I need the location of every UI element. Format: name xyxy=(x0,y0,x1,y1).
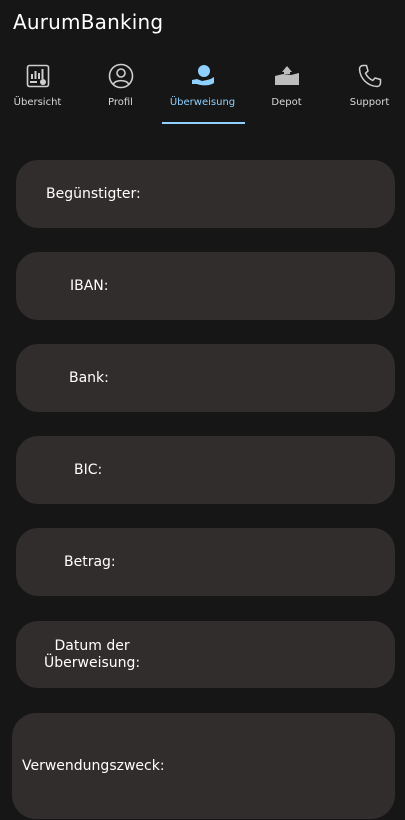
bic-label: BIC: xyxy=(74,461,103,478)
tab-profile-label: Profil xyxy=(108,97,133,108)
depot-icon xyxy=(274,63,300,89)
tab-overview-label: Übersicht xyxy=(13,97,62,108)
transfer-date-field[interactable]: Datum der Überweisung: xyxy=(16,621,395,688)
beneficiary-label: Begünstigter: xyxy=(46,185,141,202)
transfer-date-label-line2: Überweisung: xyxy=(44,654,141,671)
active-tab-indicator xyxy=(162,122,245,124)
beneficiary-field[interactable]: Begünstigter: xyxy=(16,160,395,228)
dashboard-icon xyxy=(25,63,51,89)
purpose-label: Verwendungszweck: xyxy=(22,757,165,774)
tab-bar: Übersicht Profil Überweisung Depot Suppo… xyxy=(0,58,405,128)
tab-support[interactable]: Support xyxy=(329,58,405,124)
purpose-field[interactable]: Verwendungszweck: xyxy=(12,713,395,819)
bank-label: Bank: xyxy=(69,369,109,386)
phone-icon xyxy=(357,63,383,89)
bank-field[interactable]: Bank: xyxy=(16,344,395,412)
iban-label: IBAN: xyxy=(70,277,109,294)
transfer-date-label-line1: Datum der xyxy=(54,637,130,654)
transfer-date-label: Datum der Überweisung: xyxy=(44,638,140,672)
tab-overview[interactable]: Übersicht xyxy=(0,58,78,124)
profile-icon xyxy=(108,63,134,89)
tab-transfer-label: Überweisung xyxy=(169,97,236,108)
tab-depot-label: Depot xyxy=(271,97,302,108)
bic-field[interactable]: BIC: xyxy=(16,436,395,504)
tab-transfer[interactable]: Überweisung xyxy=(162,58,243,124)
amount-field[interactable]: Betrag: xyxy=(16,528,395,596)
tab-support-label: Support xyxy=(349,97,390,108)
app-title: AurumBanking xyxy=(13,10,164,34)
transfer-icon xyxy=(190,63,216,89)
amount-label: Betrag: xyxy=(64,553,116,570)
tab-depot[interactable]: Depot xyxy=(246,58,327,124)
iban-field[interactable]: IBAN: xyxy=(16,252,395,320)
tab-profile[interactable]: Profil xyxy=(80,58,161,124)
